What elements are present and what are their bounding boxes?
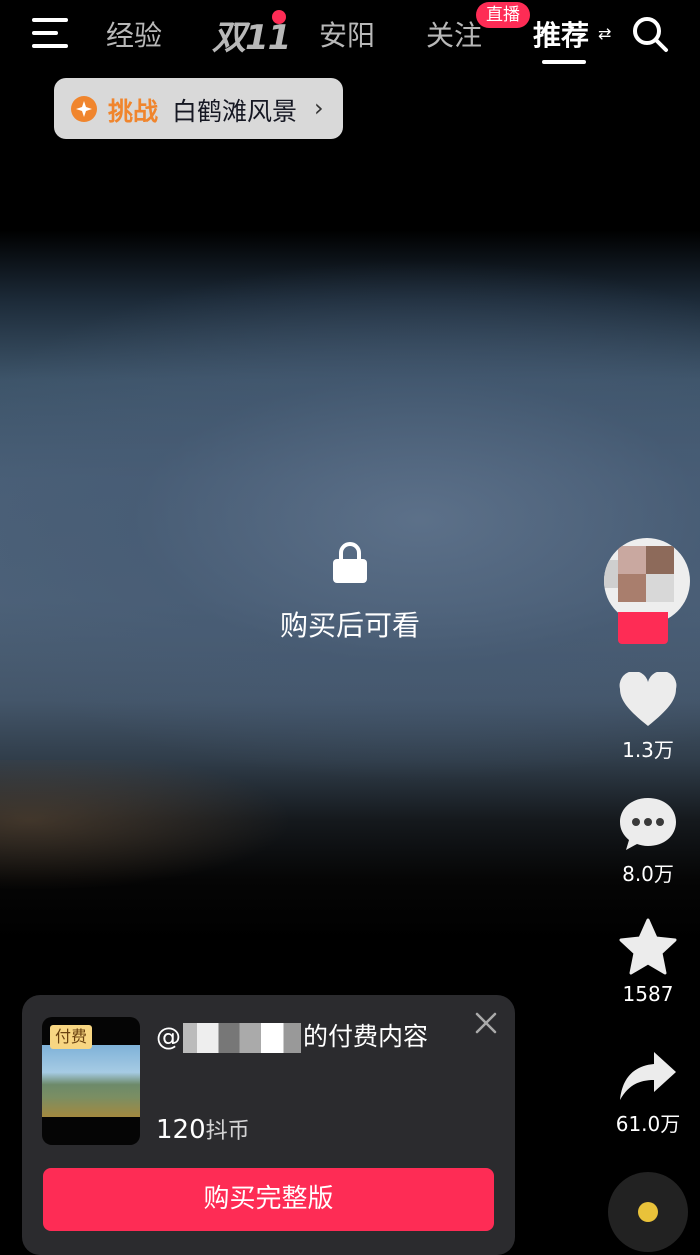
favorite-count: 1587 xyxy=(622,982,674,1006)
heart-icon xyxy=(619,672,677,726)
price-unit: 抖币 xyxy=(205,1119,250,1144)
tab-following[interactable]: 关注 xyxy=(426,14,482,54)
share-count: 61.0万 xyxy=(615,1112,681,1136)
landscape-thumbnail-image xyxy=(42,1045,140,1117)
paid-content-card: 付费 @ 的付费内容 120抖币 购买完整版 xyxy=(22,995,515,1255)
comment-button[interactable]: 8.0万 xyxy=(604,796,692,887)
tab-jingyan[interactable]: 经验 xyxy=(106,14,162,54)
switch-icon[interactable]: ⇄ xyxy=(598,24,611,43)
challenge-pill[interactable]: 挑战 白鹤滩风景 › xyxy=(54,78,343,139)
live-badge: 直播 xyxy=(476,2,530,28)
comment-count: 8.0万 xyxy=(622,862,674,886)
tab-recommend[interactable]: 推荐 xyxy=(533,14,589,54)
lock-icon xyxy=(333,542,367,583)
author-name-redacted xyxy=(183,1023,301,1053)
paid-badge: 付费 xyxy=(50,1025,93,1049)
share-arrow-icon xyxy=(620,1052,676,1100)
music-disc-icon[interactable] xyxy=(608,1172,688,1252)
paid-title: @ 的付费内容 xyxy=(156,1017,428,1053)
top-nav: 经验 双11 安阳 关注 直播 推荐 ⇄ xyxy=(0,0,700,70)
paid-title-prefix: @ xyxy=(156,1022,181,1051)
menu-icon[interactable] xyxy=(32,18,68,48)
close-icon[interactable] xyxy=(474,1011,498,1035)
locked-message: 购买后可看 xyxy=(279,609,420,642)
challenge-name: 白鹤滩风景 xyxy=(172,97,298,126)
paid-thumbnail[interactable]: 付费 xyxy=(42,1017,140,1145)
tab-anyang[interactable]: 安阳 xyxy=(319,14,375,54)
challenge-icon xyxy=(71,96,97,122)
price-value: 120 xyxy=(156,1115,206,1145)
star-icon xyxy=(619,918,677,975)
follow-button[interactable] xyxy=(618,612,668,644)
active-tab-underline xyxy=(542,60,586,64)
music-disc-center xyxy=(638,1202,658,1222)
like-button[interactable]: 1.3万 xyxy=(604,672,692,763)
favorite-button[interactable]: 1587 xyxy=(604,918,692,1006)
challenge-tag: 挑战 xyxy=(108,97,159,126)
paid-title-suffix: 的付费内容 xyxy=(303,1022,429,1051)
search-icon[interactable] xyxy=(630,14,670,54)
comment-icon xyxy=(620,798,676,850)
notification-dot xyxy=(272,10,286,24)
like-count: 1.3万 xyxy=(622,738,674,762)
share-button[interactable]: 61.0万 xyxy=(604,1050,692,1137)
chevron-right-icon: › xyxy=(314,94,324,122)
buy-full-version-button[interactable]: 购买完整版 xyxy=(43,1168,494,1231)
paid-price: 120抖币 xyxy=(156,1113,250,1145)
